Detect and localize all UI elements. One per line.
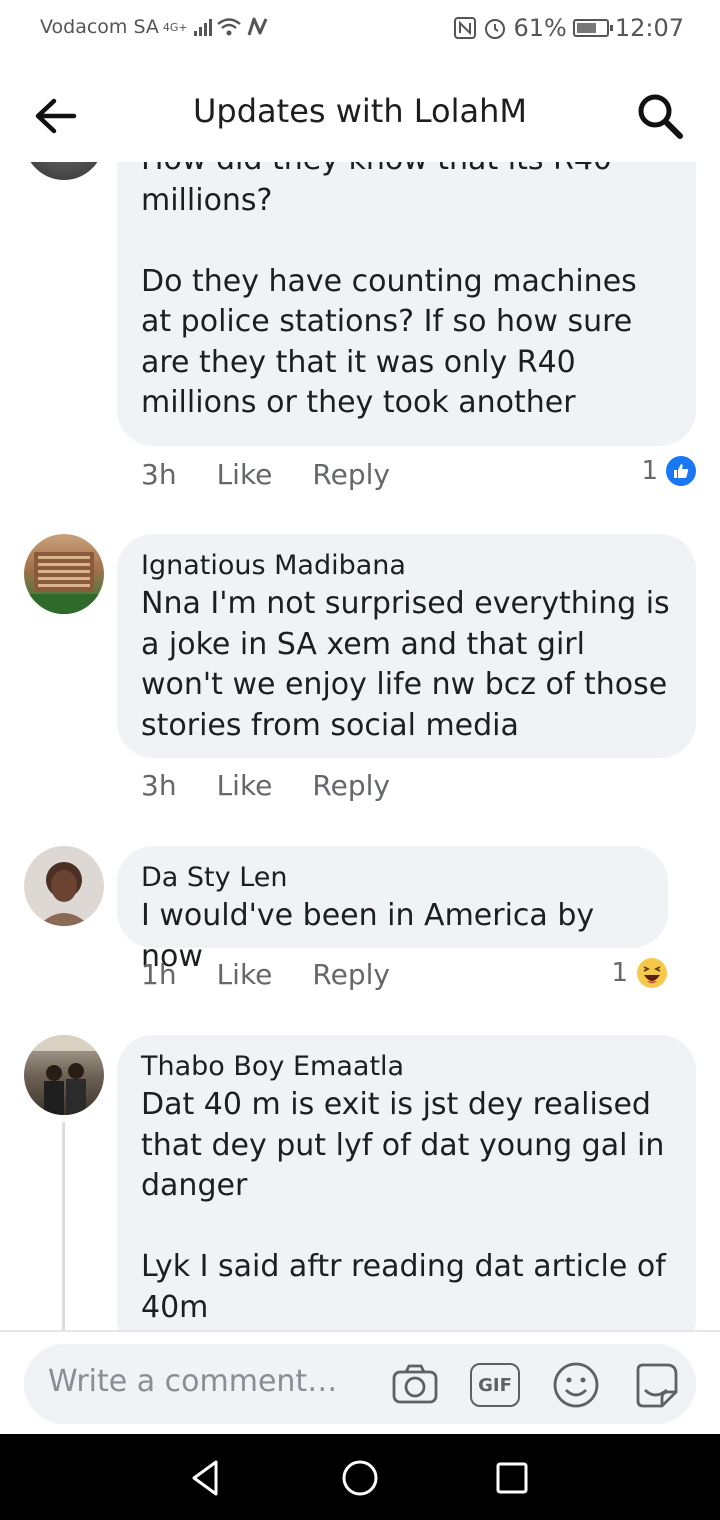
comment-placeholder: Write a comment… [48, 1364, 338, 1399]
search-icon[interactable] [634, 90, 686, 142]
emoji-icon[interactable] [551, 1360, 601, 1410]
comment-author[interactable]: Ignatious Madibana [141, 548, 672, 584]
camera-icon[interactable] [390, 1360, 440, 1410]
gif-button[interactable]: GIF [470, 1363, 520, 1407]
comment-author[interactable]: Thabo Boy Emaatla [141, 1049, 672, 1085]
comment-bubble: Thabo Boy Emaatla Dat 40 m is exit is js… [117, 1035, 696, 1330]
comment-text: How did they know that its R40 millions?… [141, 162, 637, 420]
sticker-icon[interactable] [630, 1360, 680, 1410]
comment-composer: Write a comment… GIF [0, 1330, 720, 1436]
haha-emoji-icon [637, 958, 667, 988]
building-image [24, 552, 104, 614]
gif-label: GIF [478, 1374, 512, 1396]
comment-time: 3h [141, 769, 177, 802]
group-photo [24, 1035, 104, 1115]
signal-icon [193, 18, 212, 36]
avatar[interactable] [24, 162, 104, 180]
clock: 12:07 [614, 14, 684, 42]
comment-time: 1h [141, 958, 177, 991]
wifi-icon [216, 18, 241, 36]
system-nav-bar [0, 1434, 720, 1520]
reply-button[interactable]: Reply [312, 769, 390, 802]
comment-time: 3h [141, 458, 177, 491]
app-header: Updates with LolahM [0, 70, 720, 162]
comment-input[interactable]: Write a comment… GIF [24, 1344, 696, 1424]
comment-bubble: Da Sty Len I would've been in America by… [117, 846, 668, 974]
comment-bubble: Ignatious Madibana Nna I'm not surprised… [117, 534, 696, 758]
like-button[interactable]: Like [217, 958, 273, 991]
like-button[interactable]: Like [217, 769, 273, 802]
reply-button[interactable]: Reply [312, 458, 390, 491]
avatar[interactable] [24, 846, 104, 926]
status-bar: Vodacom SA 4G+ 61% 12:07 [0, 0, 720, 64]
person-image [38, 862, 90, 926]
reaction-summary[interactable]: 1 [611, 957, 668, 989]
comment-bubble: How did they know that its R40 millions?… [117, 162, 696, 446]
page-title: Updates with LolahM [192, 92, 528, 130]
comment-actions: 3h Like Reply [141, 458, 390, 491]
reaction-count: 1 [611, 958, 628, 988]
battery-icon [572, 19, 613, 37]
reaction-summary[interactable]: 1 [641, 456, 696, 486]
comment-list: How did they know that its R40 millions?… [0, 162, 720, 1330]
comment-text: Dat 40 m is exit is jst dey realised tha… [141, 1087, 666, 1325]
reaction-count: 1 [641, 456, 658, 486]
network-type: 4G+ [162, 20, 188, 34]
battery-percent: 61% [513, 14, 567, 42]
nfc-n-icon [247, 17, 268, 36]
nfc-icon [454, 17, 477, 39]
comment-actions: 1h Like Reply [141, 958, 390, 991]
avatar[interactable] [24, 534, 104, 614]
like-button[interactable]: Like [217, 458, 273, 491]
comment-author[interactable]: Da Sty Len [141, 860, 644, 896]
nav-home-icon[interactable] [338, 1456, 382, 1500]
comment-text: Nna I'm not surprised everything is a jo… [141, 586, 680, 743]
alarm-icon [485, 19, 506, 39]
reply-button[interactable]: Reply [312, 958, 390, 991]
nav-recents-icon[interactable] [490, 1456, 534, 1500]
nav-back-icon[interactable] [184, 1456, 228, 1500]
comment-actions: 3h Like Reply [141, 769, 390, 802]
carrier-label: Vodacom SA [40, 16, 159, 38]
thumbs-up-icon [666, 456, 696, 486]
avatar[interactable] [24, 1035, 104, 1115]
reply-thread-line [62, 1122, 65, 1330]
